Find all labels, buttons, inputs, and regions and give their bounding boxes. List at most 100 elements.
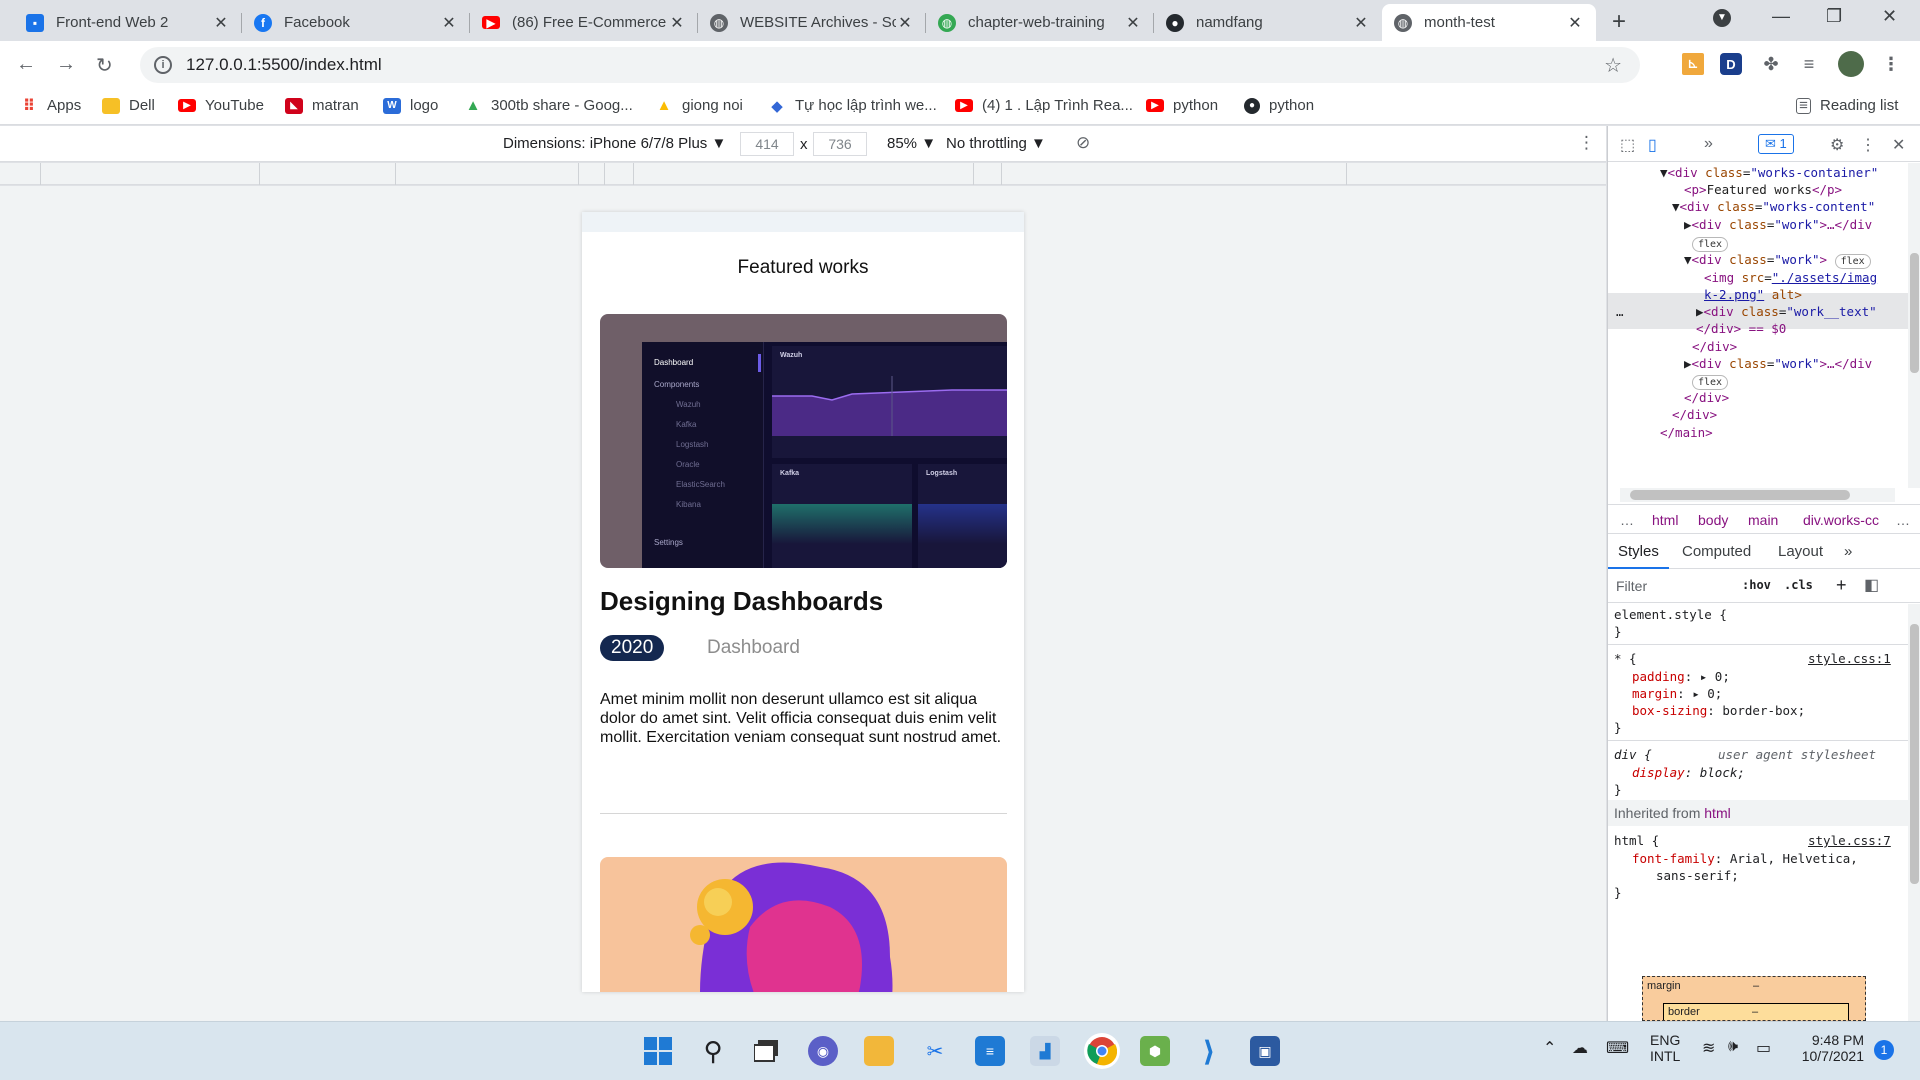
cls-toggle[interactable]: .cls <box>1784 578 1813 592</box>
tab-layout[interactable]: Layout <box>1778 543 1823 560</box>
device-width-input[interactable]: 414 <box>740 132 794 156</box>
vscode-icon[interactable]: ⟩ <box>1194 1036 1224 1067</box>
language-indicator[interactable]: ENG INTL <box>1650 1032 1680 1064</box>
box-margin-value[interactable]: – <box>1753 980 1759 992</box>
avatar[interactable] <box>1838 51 1864 77</box>
notepad-icon[interactable]: ≡ <box>975 1036 1005 1066</box>
search-icon[interactable]: ⚲ <box>698 1036 728 1066</box>
more-style-tabs-icon[interactable]: » <box>1844 543 1852 560</box>
star-source-link[interactable]: style.css:1 <box>1808 650 1891 667</box>
tray-chevron-icon[interactable]: ⌃ <box>1543 1038 1556 1058</box>
tab-styles[interactable]: Styles <box>1608 543 1669 569</box>
volume-icon[interactable]: 🕪 <box>1728 1038 1738 1056</box>
close-devtools-icon[interactable]: ✕ <box>1892 135 1905 155</box>
bookmark-youtube[interactable]: ▶ YouTube <box>178 97 264 114</box>
css-declaration[interactable]: font-family: Arial, Helvetica, <box>1632 850 1858 867</box>
elements-hscrollbar[interactable] <box>1620 488 1895 502</box>
wifi-icon[interactable]: ≋ <box>1702 1038 1715 1058</box>
snipping-tool-icon[interactable]: ✂ <box>920 1036 950 1066</box>
device-toggle-icon[interactable]: ▯ <box>1648 135 1657 155</box>
tab-month-test[interactable]: ◍ month-test ✕ <box>1382 4 1596 41</box>
extension-d-icon[interactable]: D <box>1720 53 1742 75</box>
chat-icon[interactable]: ◉ <box>808 1036 838 1066</box>
settings-gear-icon[interactable]: ⚙ <box>1830 135 1844 155</box>
tab-website-archives[interactable]: ◍ WEBSITE Archives - Sc ✕ <box>698 4 926 41</box>
new-rule-plus-icon[interactable]: + <box>1836 575 1847 596</box>
flex-badge[interactable]: flex <box>1692 235 1729 252</box>
bookmark-300tb[interactable]: ▲ 300tb share - Goog... <box>464 97 633 114</box>
tab-chapter-web-training[interactable]: ◍ chapter-web-training ✕ <box>926 4 1154 41</box>
file-explorer-icon[interactable] <box>864 1036 894 1066</box>
issues-badge[interactable]: ✉ 1 <box>1758 134 1794 154</box>
more-tabs-chevron-icon[interactable]: » <box>1704 135 1713 153</box>
back-icon[interactable]: ← <box>16 53 36 76</box>
crumb-body[interactable]: body <box>1698 512 1728 528</box>
onedrive-icon[interactable]: ☁ <box>1572 1038 1588 1058</box>
resource-monitor-icon[interactable]: ▟ <box>1030 1036 1060 1066</box>
maximize-icon[interactable]: ❐ <box>1826 6 1842 27</box>
task-view-icon[interactable] <box>752 1036 782 1066</box>
menu-kebab-icon[interactable]: ⋮ <box>1880 53 1902 75</box>
bookmark-matran[interactable]: ◣ matran <box>285 97 359 114</box>
bookmark-star-icon[interactable]: ☆ <box>1604 53 1622 78</box>
device-height-input[interactable]: 736 <box>813 132 867 156</box>
bookmark-apps[interactable]: ⠿ Apps <box>20 97 81 115</box>
close-icon[interactable]: ✕ <box>896 13 914 33</box>
hov-toggle[interactable]: :hov <box>1742 578 1771 592</box>
styles-scrollbar[interactable] <box>1908 604 1920 1021</box>
close-icon[interactable]: ✕ <box>1124 13 1142 33</box>
close-icon[interactable]: ✕ <box>1566 13 1584 33</box>
toggle-sidebar-icon[interactable]: ◧ <box>1864 575 1879 595</box>
dom-node[interactable]: <p>Featured works</p> <box>1684 182 1842 198</box>
css-declaration[interactable]: margin: ▸ 0; <box>1632 685 1722 702</box>
styles-filter-input[interactable]: Filter <box>1616 578 1647 594</box>
minimize-icon[interactable]: — <box>1772 6 1790 27</box>
zoom-select[interactable]: 85% ▼ <box>887 135 936 152</box>
crumb-html[interactable]: html <box>1652 512 1678 528</box>
address-bar[interactable]: i 127.0.0.1:5500/index.html ☆ <box>140 47 1640 83</box>
dom-node[interactable]: ▶<div class="work">…</div <box>1684 356 1872 372</box>
reading-list-button[interactable]: ≡ Reading list <box>1796 97 1898 114</box>
bookmark-tu-hoc[interactable]: ◆ Tự học lập trình we... <box>768 97 937 115</box>
extensions-puzzle-icon[interactable]: ✤ <box>1760 53 1782 75</box>
bookmark-lap-trinh-react[interactable]: ▶ (4) 1 . Lập Trình Rea... <box>955 97 1133 114</box>
bookmark-logo[interactable]: W logo <box>383 97 438 114</box>
tab-free-ecommerce[interactable]: ▶ (86) Free E-Commerce ✕ <box>470 4 698 41</box>
close-icon[interactable]: ✕ <box>668 13 686 33</box>
notification-badge[interactable]: 1 <box>1874 1040 1894 1060</box>
close-icon[interactable]: ✕ <box>212 13 230 33</box>
dom-node[interactable]: <img src="./assets/imag <box>1704 270 1877 286</box>
device-dimensions-select[interactable]: Dimensions: iPhone 6/7/8 Plus ▼ <box>503 135 726 152</box>
clock[interactable]: 9:48 PM 10/7/2021 <box>1800 1032 1864 1064</box>
app-window-icon[interactable]: ▣ <box>1250 1036 1280 1066</box>
bookmark-python-github[interactable]: ● python <box>1244 97 1314 114</box>
media-queue-icon[interactable]: ≡ <box>1798 53 1820 75</box>
rotate-icon[interactable]: ⊘ <box>1076 133 1090 153</box>
start-windows-icon[interactable] <box>643 1036 673 1066</box>
close-icon[interactable]: ✕ <box>440 13 458 33</box>
css-declaration[interactable]: box-sizing: border-box; <box>1632 702 1805 719</box>
forward-icon[interactable]: → <box>56 53 76 76</box>
dom-node[interactable]: ▼<div class="work"> flex <box>1684 252 1871 269</box>
html-source-link[interactable]: style.css:7 <box>1808 832 1891 849</box>
inspect-element-icon[interactable]: ⬚ <box>1620 135 1635 155</box>
box-border-value[interactable]: – <box>1752 1006 1758 1018</box>
bookmark-dell[interactable]: Dell <box>102 97 155 114</box>
tab-front-end-web[interactable]: ▪ Front-end Web 2 ✕ <box>14 4 242 41</box>
elements-scrollbar[interactable] <box>1908 163 1920 488</box>
bookmark-python-youtube[interactable]: ▶ python <box>1146 97 1218 114</box>
tab-search-icon[interactable]: ▼ <box>1713 9 1731 27</box>
chrome-icon[interactable] <box>1084 1033 1120 1069</box>
new-tab-plus-icon[interactable]: + <box>1612 8 1626 36</box>
throttling-select[interactable]: No throttling ▼ <box>946 135 1046 152</box>
dom-node[interactable]: ▼<div class="works-container" <box>1660 165 1878 181</box>
crumb-main[interactable]: main <box>1748 512 1778 528</box>
battery-icon[interactable]: ▭ <box>1756 1038 1771 1058</box>
app-hexagon-icon[interactable]: ⬢ <box>1140 1036 1170 1066</box>
device-options-kebab-icon[interactable]: ⋮ <box>1578 133 1595 153</box>
devtools-kebab-icon[interactable]: ⋮ <box>1860 135 1876 155</box>
tab-namdfang[interactable]: ● namdfang ✕ <box>1154 4 1382 41</box>
dom-ellipsis[interactable]: … <box>1616 304 1624 320</box>
site-info-icon[interactable]: i <box>154 56 172 74</box>
crumb-div[interactable]: div.works-cc <box>1803 512 1879 528</box>
